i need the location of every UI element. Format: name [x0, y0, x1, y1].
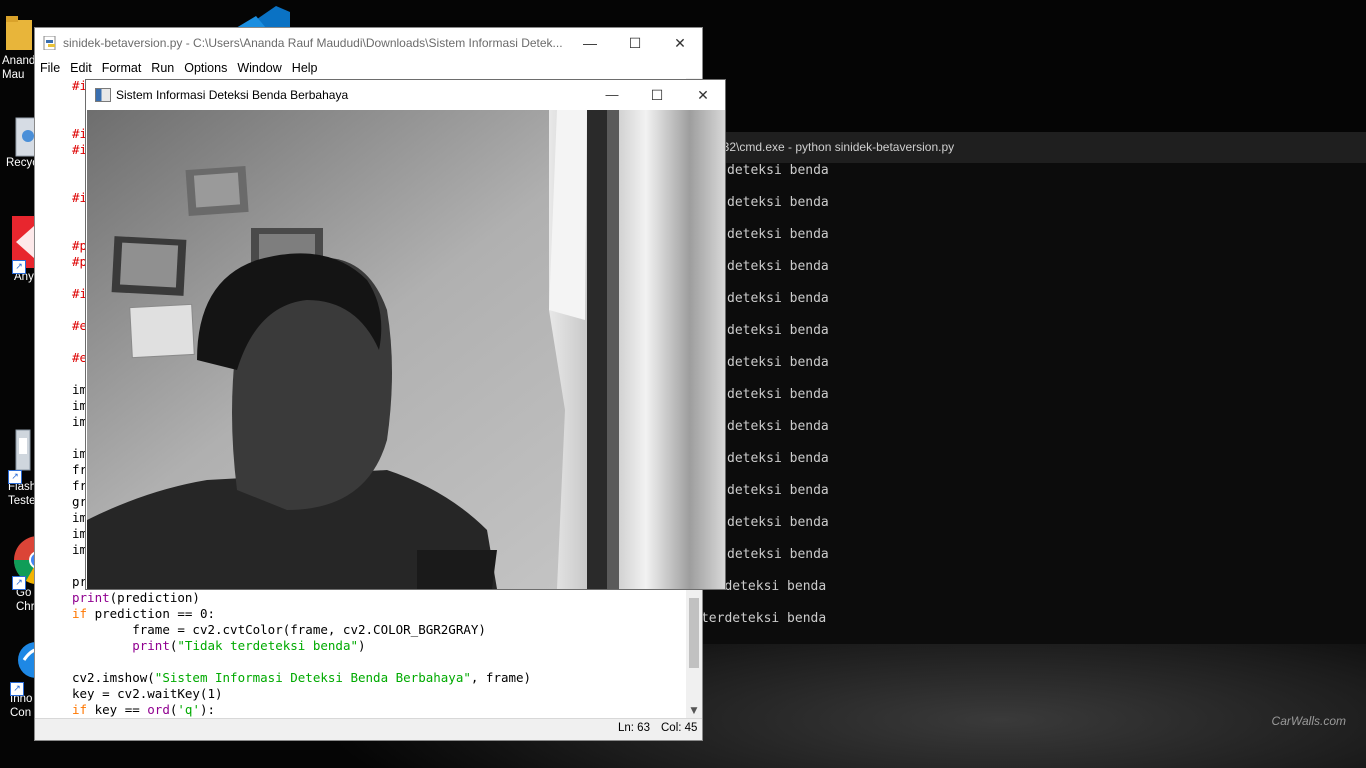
- cmd-output-line: [654, 243, 1366, 259]
- cmd-output: deteksi benda deteksi benda deteksi benda d…: [654, 163, 1366, 627]
- code-token: ): [358, 638, 366, 653]
- code-token: if: [72, 606, 88, 621]
- idle-title-text: sinidek-betaversion.py - C:\Users\Ananda…: [63, 36, 563, 50]
- cmd-title: ows\System32\cmd.exe - python sinidek-be…: [654, 132, 1366, 163]
- code-token: print: [132, 638, 170, 653]
- anydesk-icon: ↗: [12, 216, 34, 274]
- cmd-output-line: deteksi benda: [727, 227, 829, 242]
- code-line: cv2.imshow("Sistem Informasi Deteksi Ben…: [72, 670, 531, 686]
- menu-format[interactable]: Format: [97, 58, 147, 78]
- code-line: print("Tidak terdeteksi benda"): [72, 638, 531, 654]
- status-col: Col: 45: [661, 722, 698, 734]
- shortcut-arrow-icon: ↗: [10, 682, 24, 696]
- shortcut-arrow-icon: ↗: [8, 470, 22, 484]
- code-token: (prediction): [109, 590, 200, 605]
- code-token: 'q': [177, 702, 200, 717]
- code-token: "Sistem Informasi Deteksi Benda Berbahay…: [154, 670, 471, 685]
- close-button[interactable]: ✕: [680, 80, 726, 110]
- cmd-output-line: [654, 467, 1366, 483]
- code-token: , frame): [470, 670, 532, 685]
- scroll-down-arrow-icon[interactable]: ▼: [686, 704, 702, 718]
- code-line: if key == ord('q'):: [72, 702, 531, 718]
- menu-help[interactable]: Help: [287, 58, 323, 78]
- cmd-output-line: deteksi benda: [727, 515, 829, 530]
- camera-window[interactable]: Sistem Informasi Deteksi Benda Berbahaya…: [85, 79, 726, 590]
- cmd-output-line: deteksi benda: [727, 163, 829, 178]
- desktop-icon-label: Anand Mau: [2, 55, 36, 81]
- desktop-icon-user-folder[interactable]: Anand Mau: [2, 12, 36, 82]
- code-token: frame = cv2.cvtColor(frame, cv2.COLOR_BG…: [132, 622, 486, 637]
- folder-icon: [2, 12, 32, 52]
- code-token: ):: [199, 702, 216, 717]
- cmd-output-line: [654, 211, 1366, 227]
- code-token: key = cv2.waitKey(1): [72, 686, 223, 701]
- minimize-button[interactable]: —: [589, 80, 635, 110]
- vscode-icon[interactable]: [236, 6, 290, 28]
- cmd-output-line: [654, 435, 1366, 451]
- opencv-window-icon: [95, 88, 111, 102]
- camera-frame-image: [87, 110, 725, 589]
- cmd-output-line: [654, 179, 1366, 195]
- cmd-output-line: Tidak terdeteksi benda: [654, 579, 827, 594]
- code-token: if: [72, 702, 88, 717]
- menu-file[interactable]: File: [35, 58, 65, 78]
- camera-titlebar[interactable]: Sistem Informasi Deteksi Benda Berbahaya…: [86, 80, 725, 110]
- status-line: Ln: 63: [618, 722, 650, 734]
- cmd-output-line: Tidak terdeteksi benda: [654, 611, 827, 626]
- code-line: if prediction == 0:: [72, 606, 531, 622]
- cmd-output-line: [654, 499, 1366, 515]
- shortcut-arrow-icon: ↗: [12, 576, 26, 590]
- cmd-output-line: deteksi benda: [727, 419, 829, 434]
- vscode-logo: [236, 6, 290, 28]
- status-bar: Ln: 63 Col: 45: [35, 718, 702, 740]
- webcam-grayscale-image: [87, 110, 725, 589]
- cmd-output-line: [654, 307, 1366, 323]
- cmd-output-line: [654, 403, 1366, 419]
- camera-title-text: Sistem Informasi Deteksi Benda Berbahaya: [116, 88, 349, 102]
- cmd-output-line: deteksi benda: [727, 451, 829, 466]
- cmd-output-line: [654, 531, 1366, 547]
- menu-options[interactable]: Options: [179, 58, 232, 78]
- shortcut-arrow-icon: ↗: [12, 260, 26, 274]
- code-line: print(prediction): [72, 590, 531, 606]
- cmd-window[interactable]: ows\System32\cmd.exe - python sinidek-be…: [653, 132, 1366, 644]
- cmd-output-line: [654, 275, 1366, 291]
- python-file-icon: [43, 36, 56, 50]
- cmd-output-line: deteksi benda: [727, 259, 829, 274]
- menu-edit[interactable]: Edit: [65, 58, 97, 78]
- code-token: cv2.imshow(: [72, 670, 155, 685]
- code-token: ord: [147, 702, 170, 717]
- menu-bar: File Edit Format Run Options Window Help: [35, 58, 702, 78]
- close-button[interactable]: ✕: [657, 28, 703, 58]
- cmd-output-line: [654, 339, 1366, 355]
- maximize-button[interactable]: ☐: [612, 28, 658, 58]
- cmd-output-line: deteksi benda: [727, 547, 829, 562]
- code-token: key ==: [87, 702, 148, 717]
- code-token: print: [72, 590, 110, 605]
- code-line: frame = cv2.cvtColor(frame, cv2.COLOR_BG…: [72, 622, 531, 638]
- cmd-output-line: deteksi benda: [727, 323, 829, 338]
- recycle-bin-icon: [6, 114, 37, 157]
- code-line: key = cv2.waitKey(1): [72, 686, 531, 702]
- cmd-output-line: deteksi benda: [727, 483, 829, 498]
- code-token: prediction == 0:: [87, 606, 215, 621]
- code-token: "Tidak terdeteksi benda": [177, 638, 359, 653]
- cmd-output-line: [654, 371, 1366, 387]
- cmd-output-line: deteksi benda: [727, 195, 829, 210]
- cmd-output-line: deteksi benda: [727, 291, 829, 306]
- scrollbar-thumb[interactable]: [689, 598, 699, 668]
- menu-run[interactable]: Run: [146, 58, 179, 78]
- cmd-output-line: deteksi benda: [727, 387, 829, 402]
- cmd-output-line: 0: [654, 595, 1366, 611]
- idle-titlebar[interactable]: sinidek-betaversion.py - C:\Users\Ananda…: [35, 28, 702, 58]
- watermark: CarWalls.com: [1271, 714, 1346, 728]
- cmd-output-line: [654, 563, 1366, 579]
- cmd-output-line: deteksi benda: [727, 355, 829, 370]
- minimize-button[interactable]: —: [567, 28, 613, 58]
- menu-window[interactable]: Window: [232, 58, 286, 78]
- maximize-button[interactable]: ☐: [634, 80, 680, 110]
